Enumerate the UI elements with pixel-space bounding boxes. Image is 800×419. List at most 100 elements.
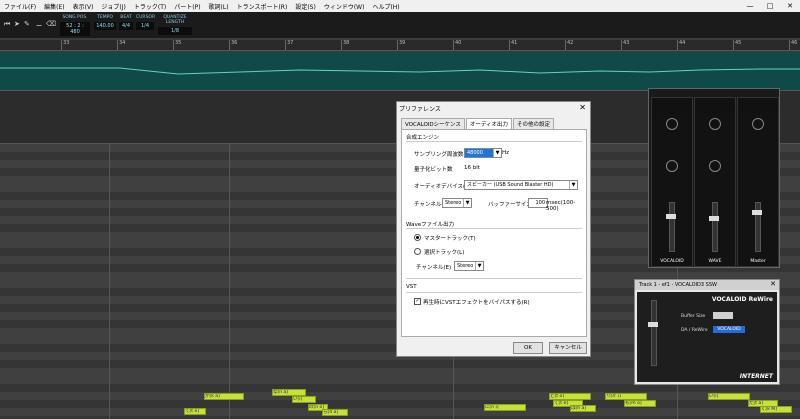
menu-lyrics[interactable]: 歌詞(L) <box>205 2 233 11</box>
rewind-icon[interactable]: ⏮ <box>4 20 10 28</box>
chevron-down-icon: ▼ <box>569 181 577 189</box>
volume-fader[interactable] <box>669 202 675 252</box>
line-tool-icon[interactable]: ⚊ <box>36 20 42 28</box>
menu-settings[interactable]: 設定(S) <box>291 2 320 11</box>
menu-job[interactable]: ジョブ(J) <box>97 2 129 11</box>
channel-value: Stereo <box>445 200 462 206</box>
timeline-ruler[interactable]: 33 34 35 36 37 38 39 40 41 42 43 44 45 4… <box>0 40 800 51</box>
minimize-icon[interactable]: — <box>740 0 760 12</box>
note[interactable]: に[n i] <box>484 404 526 411</box>
note[interactable]: と[t o] <box>549 393 591 400</box>
measure-mark: 33 <box>61 40 69 50</box>
measure-line <box>109 144 110 419</box>
menu-file[interactable]: ファイル(F) <box>0 2 40 11</box>
toolbar: ⏮ ➤ ✎ ⚊ ⌫ SONG POS. 52 : 2 : 480 TEMPO 1… <box>0 12 800 38</box>
strip-name: Master <box>750 259 766 264</box>
divider <box>406 292 582 293</box>
cursor-display[interactable]: CURSOR 1/4 <box>136 15 155 30</box>
sampling-value: 48000 <box>467 150 483 156</box>
buffer-unit: msec(100-500) <box>546 200 576 212</box>
measure-mark: 45 <box>733 40 741 50</box>
buffer-size-input[interactable]: 100 <box>528 198 548 208</box>
eraser-icon[interactable]: ⌫ <box>46 20 56 28</box>
quantize-display[interactable]: QUANTIZE LENGTH 1/8 <box>158 15 192 35</box>
preferences-dialog: プリファレンス ✕ VOCALOIDシーケンス オーディオ出力 その他の設定 合… <box>396 101 591 357</box>
beat-display[interactable]: BEAT 4/4 <box>119 15 133 30</box>
measure-mark: 37 <box>285 40 293 50</box>
menu-track[interactable]: トラック(T) <box>130 2 170 11</box>
strip-header <box>695 98 735 114</box>
divider <box>406 141 582 142</box>
pencil-tool-icon[interactable]: ✎ <box>24 20 30 28</box>
menu-view[interactable]: 表示(V) <box>69 2 98 11</box>
song-position: SONG POS. 52 : 2 : 480 <box>60 15 90 36</box>
wave-channel-label: チャンネル(E) <box>416 265 452 271</box>
fader-handle[interactable] <box>709 216 719 221</box>
measure-mark: 36 <box>229 40 237 50</box>
vst-fader-handle[interactable] <box>648 322 658 327</box>
fader-handle[interactable] <box>666 214 676 219</box>
note[interactable]: も[m o] <box>624 400 656 407</box>
bitdepth-value: 16 bit <box>464 165 480 171</box>
strip-header <box>738 98 778 114</box>
menu-edit[interactable]: 編集(E) <box>40 2 68 11</box>
buffer-size-field[interactable] <box>713 312 733 319</box>
tempo-display[interactable]: TEMPO 140.00 <box>94 15 116 30</box>
send-knob[interactable] <box>709 160 721 172</box>
fader-handle[interactable] <box>752 210 762 215</box>
menu-part[interactable]: パート(P) <box>170 2 204 11</box>
vst-body: VOCALOID ReWire Buffer Size DA / ReWire … <box>637 292 777 382</box>
sampling-rate-select[interactable]: 48000 ▼ <box>464 148 502 158</box>
note[interactable]: な[n a] <box>272 389 306 396</box>
menu-help[interactable]: ヘルプ(H) <box>368 2 403 11</box>
mixer-strip-master: Master <box>737 97 779 267</box>
chevron-down-icon: ▼ <box>475 262 483 270</box>
sampling-unit: Hz <box>502 150 510 156</box>
vst-bypass-checkbox[interactable]: ✓ <box>414 298 421 305</box>
input-label: DA / ReWire <box>681 328 708 333</box>
vst-volume-fader[interactable] <box>651 300 657 366</box>
measure-line <box>229 144 230 419</box>
volume-fader[interactable] <box>712 202 718 252</box>
input-select[interactable]: VOCALOID <box>713 326 745 333</box>
menu-transport[interactable]: トランスポート(R) <box>233 2 292 11</box>
note[interactable]: い[i] <box>292 396 316 403</box>
audio-device-select[interactable]: スピーカー (USB Sound Blaster HD) ▼ <box>464 180 578 190</box>
track-overview-lane[interactable] <box>0 52 800 90</box>
mixer-strip-wave: WAVE <box>694 97 736 267</box>
pan-knob[interactable] <box>709 118 721 130</box>
note[interactable]: か[k a] <box>204 393 244 400</box>
buffer-label: バッファーサイズ <box>488 202 532 208</box>
tab-vocaloid-sequence[interactable]: VOCALOIDシーケンス <box>401 118 465 129</box>
channel-select[interactable]: Stereo ▼ <box>442 198 472 208</box>
maximize-icon[interactable]: □ <box>760 0 780 12</box>
note[interactable]: て[t e] <box>184 408 206 415</box>
selected-track-radio[interactable] <box>414 248 421 255</box>
pan-knob[interactable] <box>666 118 678 130</box>
close-icon[interactable]: ✕ <box>770 280 776 288</box>
chevron-down-icon: ▼ <box>493 149 501 157</box>
master-track-radio[interactable] <box>414 234 421 241</box>
audio-output-panel: 合成エンジン サンプリング周波数(S) 48000 ▼ Hz 量子化ビット数 1… <box>401 129 587 337</box>
cancel-button[interactable]: キャンセル <box>549 342 587 354</box>
measure-mark: 44 <box>677 40 685 50</box>
pan-knob[interactable] <box>752 118 764 130</box>
note[interactable]: り[4' i] <box>605 393 647 400</box>
tab-audio-output[interactable]: オーディオ出力 <box>465 118 513 129</box>
note[interactable]: く[k M] <box>760 406 792 413</box>
ok-button[interactable]: OK <box>513 342 543 354</box>
vst-bypass-label: 再生時にVSTエフェクトをバイパスする(R) <box>423 300 530 306</box>
strip-name: WAVE <box>708 259 722 264</box>
menu-window[interactable]: ウィンドウ(W) <box>320 2 369 11</box>
note[interactable]: い[i] <box>708 393 750 400</box>
measure-mark: 38 <box>341 40 349 50</box>
wave-channel-select[interactable]: Stereo ▼ <box>454 261 484 271</box>
arrow-tool-icon[interactable]: ➤ <box>14 20 20 28</box>
send-knob[interactable] <box>666 160 678 172</box>
note[interactable]: ら[4 a] <box>322 409 348 416</box>
close-icon[interactable]: ✕ <box>579 103 586 112</box>
tab-other-settings[interactable]: その他の設定 <box>513 118 555 129</box>
note[interactable]: は[h a] <box>570 405 596 412</box>
close-icon[interactable]: ✕ <box>780 0 800 12</box>
measure-mark: 41 <box>509 40 517 50</box>
